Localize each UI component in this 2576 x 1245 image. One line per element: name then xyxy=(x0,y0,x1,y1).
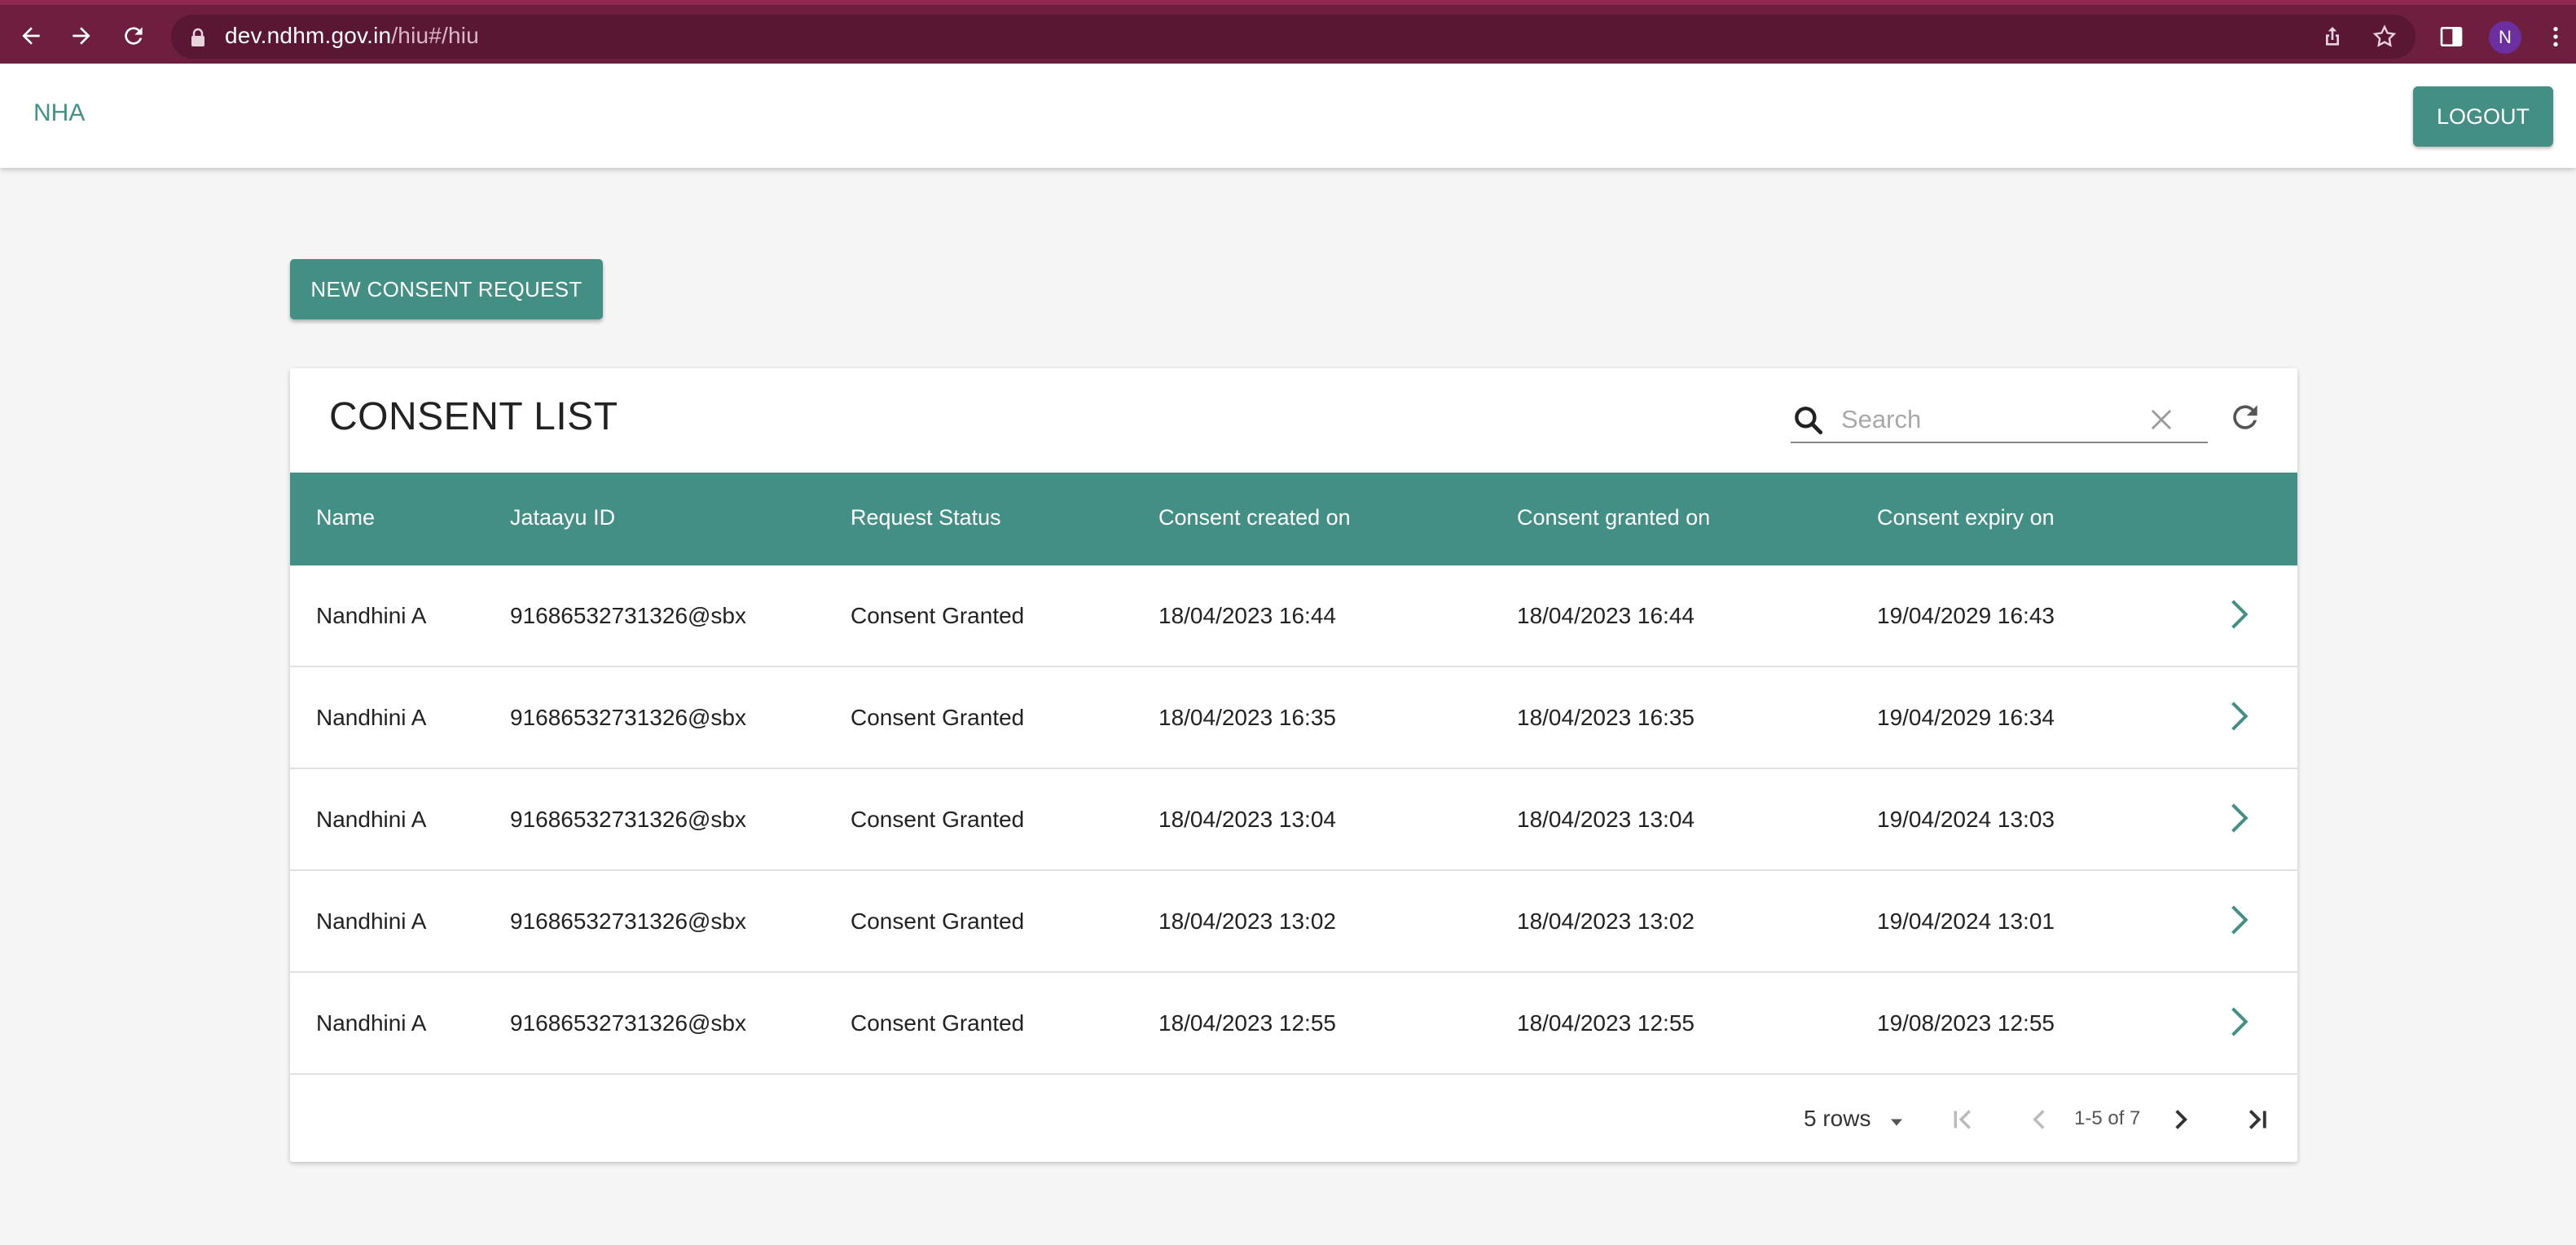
more-menu-icon[interactable] xyxy=(2542,23,2569,51)
cell-jataayu-id: 91686532731326@sbx xyxy=(510,1010,747,1036)
column-header-request-status[interactable]: Request Status xyxy=(851,505,1001,530)
page-range-text: 1-5 of 7 xyxy=(2074,1107,2141,1129)
cell-consent-expiry: 19/04/2024 13:01 xyxy=(1877,908,2055,934)
chevron-right-icon[interactable] xyxy=(2218,798,2257,838)
cell-request-status: Consent Granted xyxy=(851,705,1025,730)
forward-icon[interactable] xyxy=(67,21,96,51)
column-header-consent-granted[interactable]: Consent granted on xyxy=(1517,505,1710,530)
cell-jataayu-id: 91686532731326@sbx xyxy=(510,705,747,730)
cell-consent-created: 18/04/2023 12:55 xyxy=(1158,1010,1336,1036)
cell-consent-granted: 18/04/2023 12:55 xyxy=(1517,1010,1695,1036)
table-row[interactable]: Nandhini A 91686532731326@sbx Consent Gr… xyxy=(290,667,2297,769)
table-row[interactable]: Nandhini A 91686532731326@sbx Consent Gr… xyxy=(290,973,2297,1075)
browser-toolbar: dev.ndhm.gov.in/hiu#/hiu N xyxy=(0,0,2576,64)
cell-consent-created: 18/04/2023 16:44 xyxy=(1158,603,1336,628)
column-header-consent-expiry[interactable]: Consent expiry on xyxy=(1877,505,2055,530)
cell-consent-created: 18/04/2023 13:02 xyxy=(1158,908,1336,934)
search-field xyxy=(1791,396,2208,443)
app-header: NHA LOGOUT xyxy=(0,64,2576,168)
lock-icon xyxy=(191,28,204,46)
chevron-right-icon[interactable] xyxy=(2218,697,2257,736)
logout-button[interactable]: LOGOUT xyxy=(2413,86,2553,147)
side-panel-icon[interactable] xyxy=(2438,23,2465,51)
cell-consent-created: 18/04/2023 16:35 xyxy=(1158,705,1336,730)
cell-name: Nandhini A xyxy=(316,603,427,628)
rows-per-page-select[interactable]: 5 rows xyxy=(1804,1106,1870,1132)
refresh-icon[interactable] xyxy=(2227,399,2263,435)
chevron-right-icon[interactable] xyxy=(2218,900,2257,939)
dropdown-caret-icon[interactable] xyxy=(1885,1111,1908,1133)
next-page-icon[interactable] xyxy=(2164,1102,2198,1137)
new-consent-request-button[interactable]: NEW CONSENT REQUEST xyxy=(290,259,603,319)
cell-request-status: Consent Granted xyxy=(851,908,1025,934)
table-header: Name Jataayu ID Request Status Consent c… xyxy=(290,473,2297,565)
cell-name: Nandhini A xyxy=(316,908,427,934)
chevron-right-icon[interactable] xyxy=(2218,595,2257,634)
cell-consent-created: 18/04/2023 13:04 xyxy=(1158,807,1336,832)
pagination-bar: 5 rows 1-5 of 7 xyxy=(290,1075,2297,1162)
bookmark-star-icon[interactable] xyxy=(2371,23,2398,51)
reload-icon[interactable] xyxy=(119,21,148,51)
column-header-jataayu-id[interactable]: Jataayu ID xyxy=(510,505,615,530)
column-header-name[interactable]: Name xyxy=(316,505,375,530)
cell-consent-expiry: 19/04/2029 16:34 xyxy=(1877,705,2055,730)
search-icon xyxy=(1795,407,1823,435)
cell-consent-granted: 18/04/2023 13:02 xyxy=(1517,908,1695,934)
column-header-consent-created[interactable]: Consent created on xyxy=(1158,505,1351,530)
cell-request-status: Consent Granted xyxy=(851,603,1025,628)
share-icon[interactable] xyxy=(2319,23,2346,51)
last-page-icon[interactable] xyxy=(2240,1102,2275,1137)
cell-consent-granted: 18/04/2023 13:04 xyxy=(1517,807,1695,832)
table-row[interactable]: Nandhini A 91686532731326@sbx Consent Gr… xyxy=(290,565,2297,667)
cell-jataayu-id: 91686532731326@sbx xyxy=(510,603,747,628)
previous-page-icon[interactable] xyxy=(2022,1102,2056,1137)
cell-jataayu-id: 91686532731326@sbx xyxy=(510,908,747,934)
cell-jataayu-id: 91686532731326@sbx xyxy=(510,807,747,832)
cell-consent-granted: 18/04/2023 16:44 xyxy=(1517,603,1695,628)
back-icon[interactable] xyxy=(16,21,46,51)
cell-name: Nandhini A xyxy=(316,1010,427,1036)
cell-name: Nandhini A xyxy=(316,705,427,730)
address-bar[interactable] xyxy=(171,15,2416,59)
cell-consent-granted: 18/04/2023 16:35 xyxy=(1517,705,1695,730)
url-text: dev.ndhm.gov.in/hiu#/hiu xyxy=(225,23,479,48)
search-input[interactable] xyxy=(1841,403,2143,437)
cell-consent-expiry: 19/04/2029 16:43 xyxy=(1877,603,2055,628)
profile-avatar[interactable]: N xyxy=(2489,21,2521,54)
consent-list-card: CONSENT LIST Name Jataayu ID Request Sta… xyxy=(290,368,2297,1162)
cell-consent-expiry: 19/04/2024 13:03 xyxy=(1877,807,2055,832)
cell-name: Nandhini A xyxy=(316,807,427,832)
clear-search-icon[interactable] xyxy=(2146,404,2177,435)
page-title: CONSENT LIST xyxy=(329,395,618,438)
first-page-icon[interactable] xyxy=(1945,1102,1980,1137)
cell-request-status: Consent Granted xyxy=(851,1010,1025,1036)
cell-request-status: Consent Granted xyxy=(851,807,1025,832)
cell-consent-expiry: 19/08/2023 12:55 xyxy=(1877,1010,2055,1036)
brand-logo[interactable]: NHA xyxy=(33,99,85,127)
table-row[interactable]: Nandhini A 91686532731326@sbx Consent Gr… xyxy=(290,769,2297,871)
table-row[interactable]: Nandhini A 91686532731326@sbx Consent Gr… xyxy=(290,871,2297,973)
chevron-right-icon[interactable] xyxy=(2218,1002,2257,1041)
